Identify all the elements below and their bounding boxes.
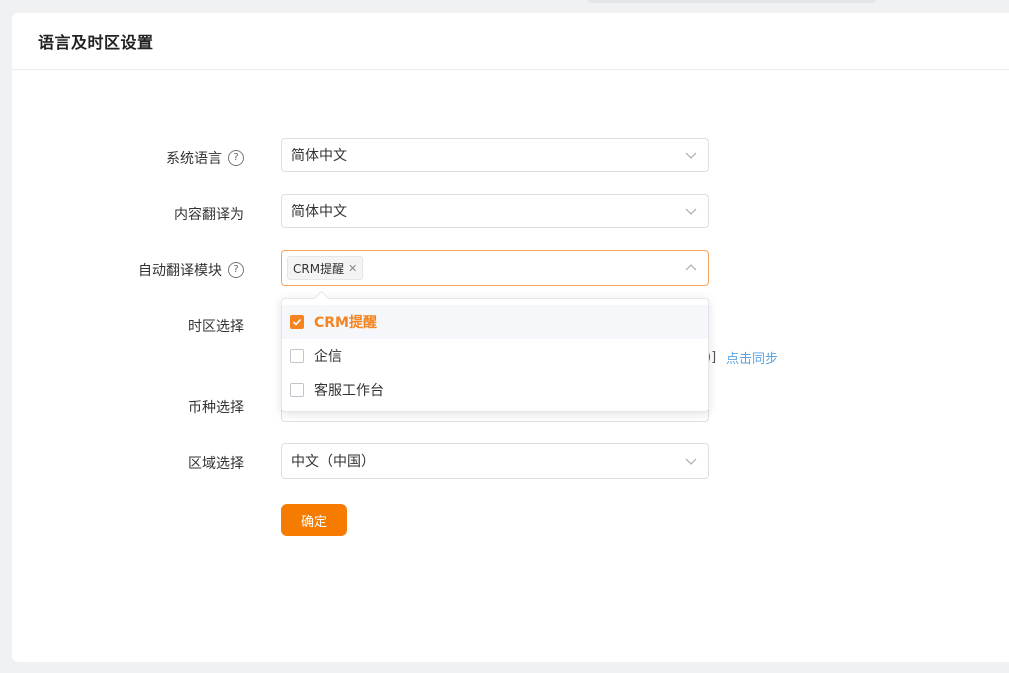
dropdown-option-service[interactable]: 客服工作台 xyxy=(282,373,708,407)
auto-translate-dropdown: CRM提醒 企信 客服工作台 xyxy=(281,290,709,412)
option-label: 客服工作台 xyxy=(314,383,384,399)
question-circle-icon[interactable]: ? xyxy=(228,262,244,278)
dropdown-option-qixin[interactable]: 企信 xyxy=(282,339,708,373)
timezone-label: 时区选择 xyxy=(14,316,244,336)
auto-translate-multiselect[interactable]: CRM提醒 ✕ xyxy=(281,250,709,286)
checkbox[interactable] xyxy=(290,349,304,363)
top-scroll-strip xyxy=(588,0,876,3)
currency-label-text: 币种选择 xyxy=(188,400,244,416)
content-translate-label: 内容翻译为 xyxy=(14,204,244,224)
sync-timezone-link[interactable]: 点击同步 xyxy=(726,348,778,367)
check-icon xyxy=(292,318,302,326)
region-label-text: 区域选择 xyxy=(188,456,244,472)
chevron-down-icon xyxy=(684,454,698,468)
region-label: 区域选择 xyxy=(14,453,244,473)
question-circle-icon[interactable]: ? xyxy=(228,150,244,166)
checkbox-checked[interactable] xyxy=(290,315,304,329)
confirm-button[interactable]: 确定 xyxy=(281,504,347,536)
system-language-label: 系统语言 ? xyxy=(14,148,244,168)
chevron-down-icon xyxy=(684,148,698,162)
option-label: 企信 xyxy=(314,349,342,365)
region-value: 中文（中国） xyxy=(291,454,375,470)
option-label: CRM提醒 xyxy=(314,315,377,331)
selected-tag-label: CRM提醒 xyxy=(293,261,345,276)
chevron-down-icon xyxy=(684,204,698,218)
selected-tag: CRM提醒 ✕ xyxy=(287,256,364,280)
checkbox[interactable] xyxy=(290,383,304,397)
page-title: 语言及时区设置 xyxy=(38,33,154,52)
chevron-up-icon xyxy=(684,261,698,275)
auto-translate-label: 自动翻译模块 ? xyxy=(14,260,244,280)
region-select[interactable]: 中文（中国） xyxy=(281,443,709,479)
dropdown-option-crm[interactable]: CRM提醒 xyxy=(282,305,708,339)
auto-translate-label-text: 自动翻译模块 xyxy=(138,263,222,279)
system-language-label-text: 系统语言 xyxy=(166,151,222,167)
content-translate-select[interactable]: 简体中文 xyxy=(281,194,709,228)
system-language-select[interactable]: 简体中文 xyxy=(281,138,709,172)
content-translate-value: 简体中文 xyxy=(291,204,347,220)
currency-label: 币种选择 xyxy=(14,397,244,417)
system-language-value: 简体中文 xyxy=(291,148,347,164)
timezone-label-text: 时区选择 xyxy=(188,319,244,335)
card-header: 语言及时区设置 xyxy=(12,13,1009,70)
close-icon[interactable]: ✕ xyxy=(348,262,357,275)
content-translate-label-text: 内容翻译为 xyxy=(174,207,244,223)
